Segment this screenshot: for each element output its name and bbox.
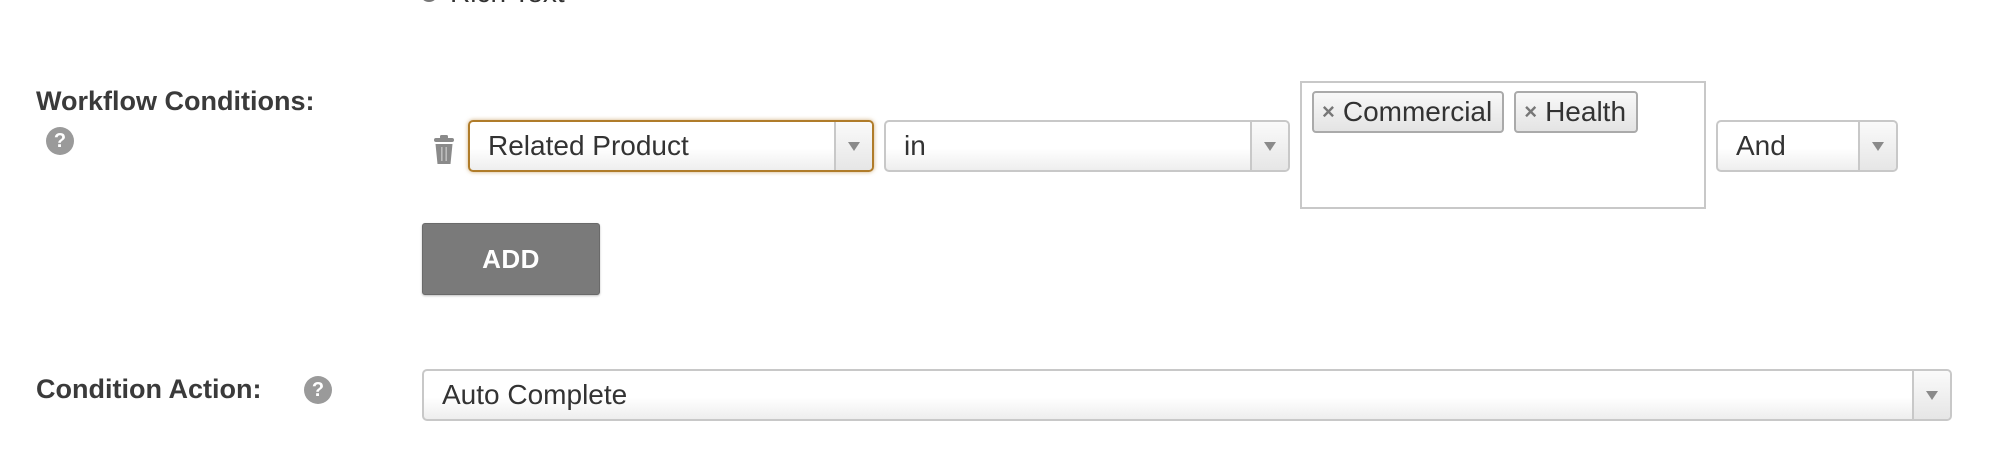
workflow-conditions-label: Workflow Conditions: [36,86,315,116]
condition-conjunction-select[interactable]: And [1716,120,1898,172]
workflow-form: Rich Text Workflow Conditions: ? Related… [0,0,2008,464]
remove-tag-icon[interactable]: × [1524,101,1537,123]
condition-action-select[interactable]: Auto Complete [422,369,1952,421]
value-tag-label: Health [1545,96,1627,127]
add-condition-button[interactable]: ADD [422,223,600,295]
value-tag: × Commercial [1312,91,1505,133]
rich-text-label: Rich Text [450,0,565,9]
condition-action-label: Condition Action: [36,374,262,404]
chevron-down-icon[interactable] [1250,122,1288,170]
condition-operator-select[interactable]: in [884,120,1290,172]
condition-values-multiselect[interactable]: × Commercial × Health [1300,81,1706,209]
chevron-down-icon[interactable] [834,122,872,170]
chevron-down-icon[interactable] [1858,122,1896,170]
trash-icon[interactable] [432,135,456,165]
remove-tag-icon[interactable]: × [1322,101,1335,123]
workflow-conditions-help-icon[interactable]: ? [46,127,74,155]
condition-field-select[interactable]: Related Product [468,120,874,172]
condition-conjunction-value: And [1736,130,1786,161]
condition-action-help-icon[interactable]: ? [304,376,332,404]
rich-text-option[interactable]: Rich Text [420,0,565,8]
condition-action-value: Auto Complete [442,379,628,410]
value-tag: × Health [1514,91,1639,133]
condition-field-value: Related Product [488,130,689,161]
chevron-down-icon[interactable] [1912,371,1950,419]
condition-operator-value: in [904,130,926,161]
value-tag-label: Commercial [1342,96,1493,127]
rich-text-radio[interactable] [420,0,438,2]
